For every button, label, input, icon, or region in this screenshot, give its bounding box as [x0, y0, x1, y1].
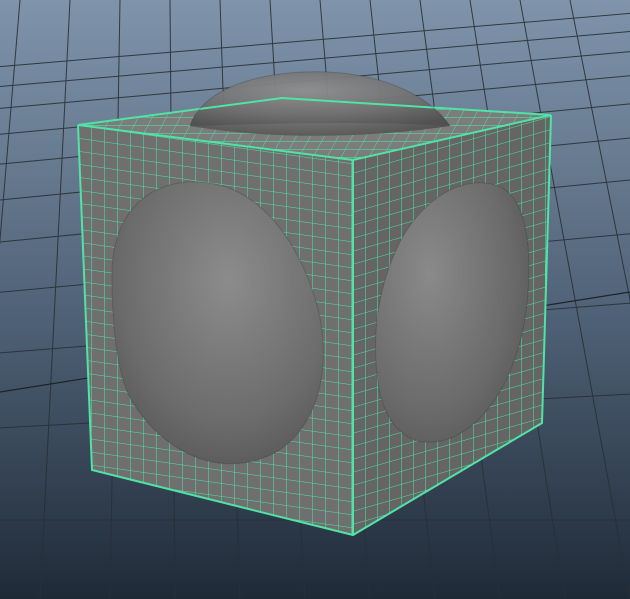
3d-viewport[interactable]: [0, 0, 630, 599]
scene[interactable]: [0, 0, 630, 599]
